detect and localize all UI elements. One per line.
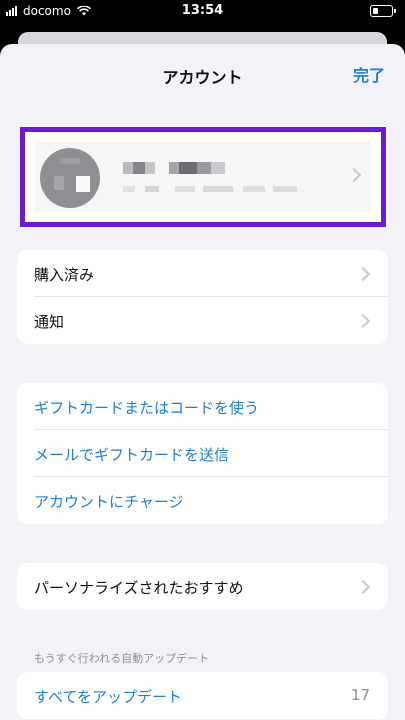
upcoming-updates-caption: もうすぐ行われる自動アップデート <box>34 652 210 665</box>
notifications-label: 通知 <box>34 313 65 331</box>
account-highlight-frame <box>20 127 386 227</box>
gift-card-group: ギフトカードまたはコードを使う メールでギフトカードを送信 アカウントにチャージ <box>17 383 388 524</box>
send-gift-card-row[interactable]: メールでギフトカードを送信 <box>17 430 388 477</box>
navigation-bar: アカウント 完了 <box>0 44 405 102</box>
purchased-label: 購入済み <box>34 266 95 284</box>
update-all-row[interactable]: すべてをアップデート 17 <box>17 672 388 719</box>
purchases-group: 購入済み 通知 <box>17 250 388 344</box>
chevron-right-icon <box>355 266 371 282</box>
updates-group: すべてをアップデート 17 <box>17 672 388 719</box>
avatar <box>40 148 100 208</box>
account-profile-row[interactable] <box>35 142 371 212</box>
redeem-gift-card-row[interactable]: ギフトカードまたはコードを使う <box>17 383 388 430</box>
notifications-row[interactable]: 通知 <box>17 297 388 344</box>
chevron-right-icon <box>346 167 362 183</box>
battery-icon <box>370 5 396 17</box>
chevron-right-icon <box>355 579 371 595</box>
account-email-redacted <box>123 186 313 192</box>
chevron-right-icon <box>355 313 371 329</box>
personalized-recommendations-row[interactable]: パーソナライズされたおすすめ <box>17 563 388 610</box>
status-bar: docomo 13:54 <box>0 0 405 22</box>
send-gift-card-link: メールでギフトカードを送信 <box>34 446 230 464</box>
personalized-recommendations-label: パーソナライズされたおすすめ <box>34 579 244 597</box>
purchased-row[interactable]: 購入済み <box>17 250 388 297</box>
update-count: 17 <box>350 686 370 704</box>
page-title: アカウント <box>162 68 243 87</box>
update-all-button[interactable]: すべてをアップデート <box>34 686 182 707</box>
add-funds-link: アカウントにチャージ <box>34 493 184 511</box>
clock: 13:54 <box>181 3 224 18</box>
account-sheet: アカウント 完了 購入済み 通知 ギフトカードまたはコードを使う メールでギフト… <box>0 44 405 720</box>
account-name-redacted <box>123 162 253 174</box>
done-button[interactable]: 完了 <box>353 62 385 86</box>
redeem-gift-card-link: ギフトカードまたはコードを使う <box>34 399 260 417</box>
add-funds-row[interactable]: アカウントにチャージ <box>17 477 388 524</box>
recommendations-group: パーソナライズされたおすすめ <box>17 563 388 610</box>
